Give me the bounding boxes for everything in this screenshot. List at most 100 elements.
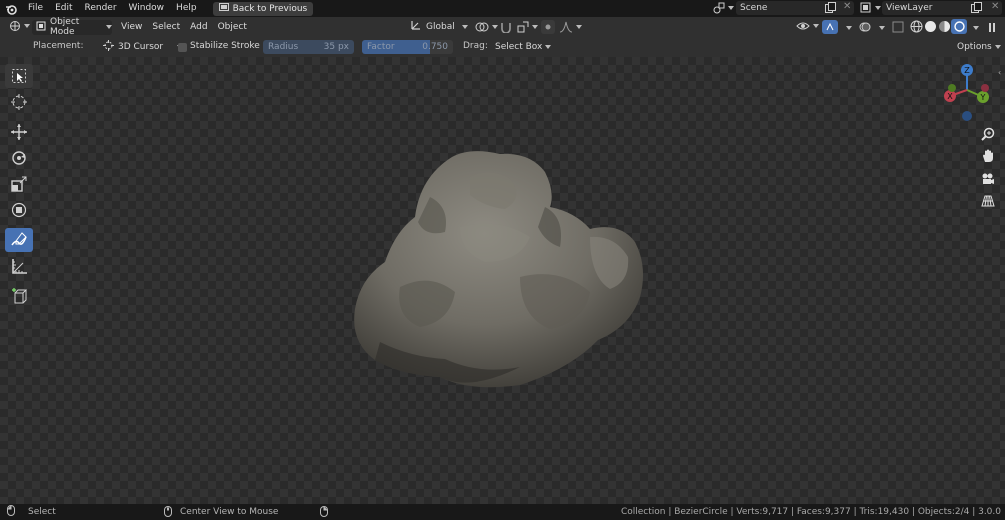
scene-statistics: Collection | BezierCircle | Verts:9,717 … xyxy=(620,507,1001,517)
wireframe-shading-icon[interactable] xyxy=(910,20,923,36)
stabilize-checkbox[interactable] xyxy=(178,43,187,52)
move-tool[interactable] xyxy=(5,120,33,144)
radius-label: Radius xyxy=(268,42,299,52)
view-layer-name: ViewLayer xyxy=(886,3,933,13)
drag-dropdown[interactable]: Select Box xyxy=(495,40,552,54)
object-mode-icon xyxy=(36,21,46,34)
factor-value: 0.750 xyxy=(422,42,448,52)
duplicate-scene-icon[interactable] xyxy=(825,2,836,16)
scene-name: Scene xyxy=(740,3,768,13)
menu-render[interactable]: Render xyxy=(79,0,123,17)
rendered-shading-icon[interactable] xyxy=(951,19,967,34)
xray-icon[interactable] xyxy=(892,21,904,36)
menu-window[interactable]: Window xyxy=(123,0,171,17)
drag-label: Drag: xyxy=(463,41,488,51)
options-dropdown[interactable]: Options xyxy=(957,40,1001,54)
scale-icon xyxy=(11,176,27,192)
gizmo-z-label: Z xyxy=(964,66,970,75)
factor-label: Factor xyxy=(367,42,395,52)
transform-icon xyxy=(11,202,27,218)
perspective-toggle-button[interactable] xyxy=(979,192,997,210)
scale-tool[interactable] xyxy=(5,172,33,196)
blender-logo-icon[interactable] xyxy=(0,3,22,15)
screen-icon xyxy=(218,2,229,15)
cursor-icon xyxy=(103,40,114,54)
camera-view-button[interactable] xyxy=(979,170,997,188)
orientation-icon xyxy=(410,19,422,34)
grid-perspective-icon xyxy=(981,195,995,207)
view-layer-selector[interactable]: ViewLayer xyxy=(882,1,1002,15)
view-layer-icon[interactable] xyxy=(860,2,881,14)
object-mode-label: Object Mode xyxy=(50,17,80,37)
3d-viewport[interactable] xyxy=(0,57,1005,504)
pivot-point-icon[interactable] xyxy=(475,21,498,33)
menu-view[interactable]: View xyxy=(116,20,147,35)
shading-dropdown-icon[interactable] xyxy=(973,26,979,30)
snap-target-icon[interactable] xyxy=(517,21,538,33)
back-to-previous-button[interactable]: Back to Previous xyxy=(212,1,314,16)
menu-help[interactable]: Help xyxy=(170,0,203,17)
measure-tool[interactable] xyxy=(5,254,33,278)
annotate-tool[interactable] xyxy=(5,228,33,252)
cursor-tool[interactable] xyxy=(5,90,33,114)
object-mode-dropdown[interactable]: Object Mode xyxy=(32,17,112,37)
chevron-down-icon xyxy=(106,25,112,29)
rotate-tool[interactable] xyxy=(5,146,33,170)
close-view-layer-icon[interactable]: ✕ xyxy=(991,1,999,12)
scene-selector[interactable]: Scene xyxy=(736,1,854,15)
top-bar: File Edit Render Window Help Back to Pre… xyxy=(0,0,1005,17)
collapse-gizmo-icon[interactable]: ‹ xyxy=(998,68,1001,77)
add-cube-icon xyxy=(12,288,28,304)
drag-value: Select Box xyxy=(495,42,543,52)
select-box-tool[interactable] xyxy=(5,64,33,88)
pan-button[interactable] xyxy=(979,147,997,165)
menu-file[interactable]: File xyxy=(22,0,49,17)
placement-value: 3D Cursor xyxy=(118,42,164,52)
gizmo-dropdown-icon[interactable] xyxy=(846,26,852,30)
menu-add[interactable]: Add xyxy=(185,20,212,35)
viewport-header: Object Mode View Select Add Object Globa… xyxy=(0,17,1005,37)
zoom-button[interactable] xyxy=(979,125,997,143)
snap-icon[interactable] xyxy=(500,21,512,36)
radius-slider[interactable]: Radius 35 px xyxy=(263,40,354,54)
scene-browse-icon[interactable] xyxy=(713,2,734,14)
transform-tool[interactable] xyxy=(5,198,33,222)
mouse-right-icon xyxy=(320,506,328,520)
status-select-label: Select xyxy=(28,507,56,517)
placement-label: Placement: xyxy=(33,41,84,51)
cursor-tool-icon xyxy=(11,94,27,110)
radius-value: 35 px xyxy=(323,42,349,52)
menu-edit[interactable]: Edit xyxy=(49,0,78,17)
editor-type-icon[interactable] xyxy=(9,20,30,32)
measure-ruler-icon xyxy=(12,259,27,274)
duplicate-view-layer-icon[interactable] xyxy=(971,2,982,16)
rock-mesh[interactable] xyxy=(0,57,1005,504)
overlays-dropdown-icon[interactable] xyxy=(879,26,885,30)
menu-object[interactable]: Object xyxy=(213,20,252,35)
options-label: Options xyxy=(957,42,992,52)
rotate-icon xyxy=(12,151,26,165)
mouse-middle-icon xyxy=(164,506,172,520)
close-scene-icon[interactable]: ✕ xyxy=(843,1,851,12)
solid-shading-icon[interactable] xyxy=(924,20,937,36)
transform-orientation-dropdown[interactable]: Global xyxy=(410,19,468,34)
status-bar: Select Center View to Mouse Collection |… xyxy=(0,504,1005,520)
annotate-pen-icon xyxy=(11,232,27,246)
proportional-editing-icon[interactable] xyxy=(541,20,555,34)
menu-select[interactable]: Select xyxy=(147,20,185,35)
visibility-icon[interactable] xyxy=(796,21,819,31)
add-cube-tool[interactable] xyxy=(5,284,33,308)
gizmo-toggle-icon[interactable] xyxy=(822,20,838,34)
material-shading-icon[interactable] xyxy=(938,20,951,36)
move-icon xyxy=(11,124,27,140)
falloff-icon[interactable] xyxy=(559,21,582,33)
back-to-previous-label: Back to Previous xyxy=(232,3,308,14)
navigation-gizmo[interactable]: Z Y X xyxy=(940,63,996,123)
pause-icon[interactable] xyxy=(985,20,999,34)
factor-slider[interactable]: Factor 0.750 xyxy=(362,40,453,54)
overlays-icon[interactable] xyxy=(858,20,872,34)
stabilize-label: Stabilize Stroke xyxy=(190,41,260,51)
gizmo-y-label: Y xyxy=(980,93,986,102)
placement-dropdown[interactable]: 3D Cursor xyxy=(103,40,184,54)
tool-settings-header: Placement: 3D Cursor Stabilize Stroke Dr… xyxy=(0,37,1005,57)
